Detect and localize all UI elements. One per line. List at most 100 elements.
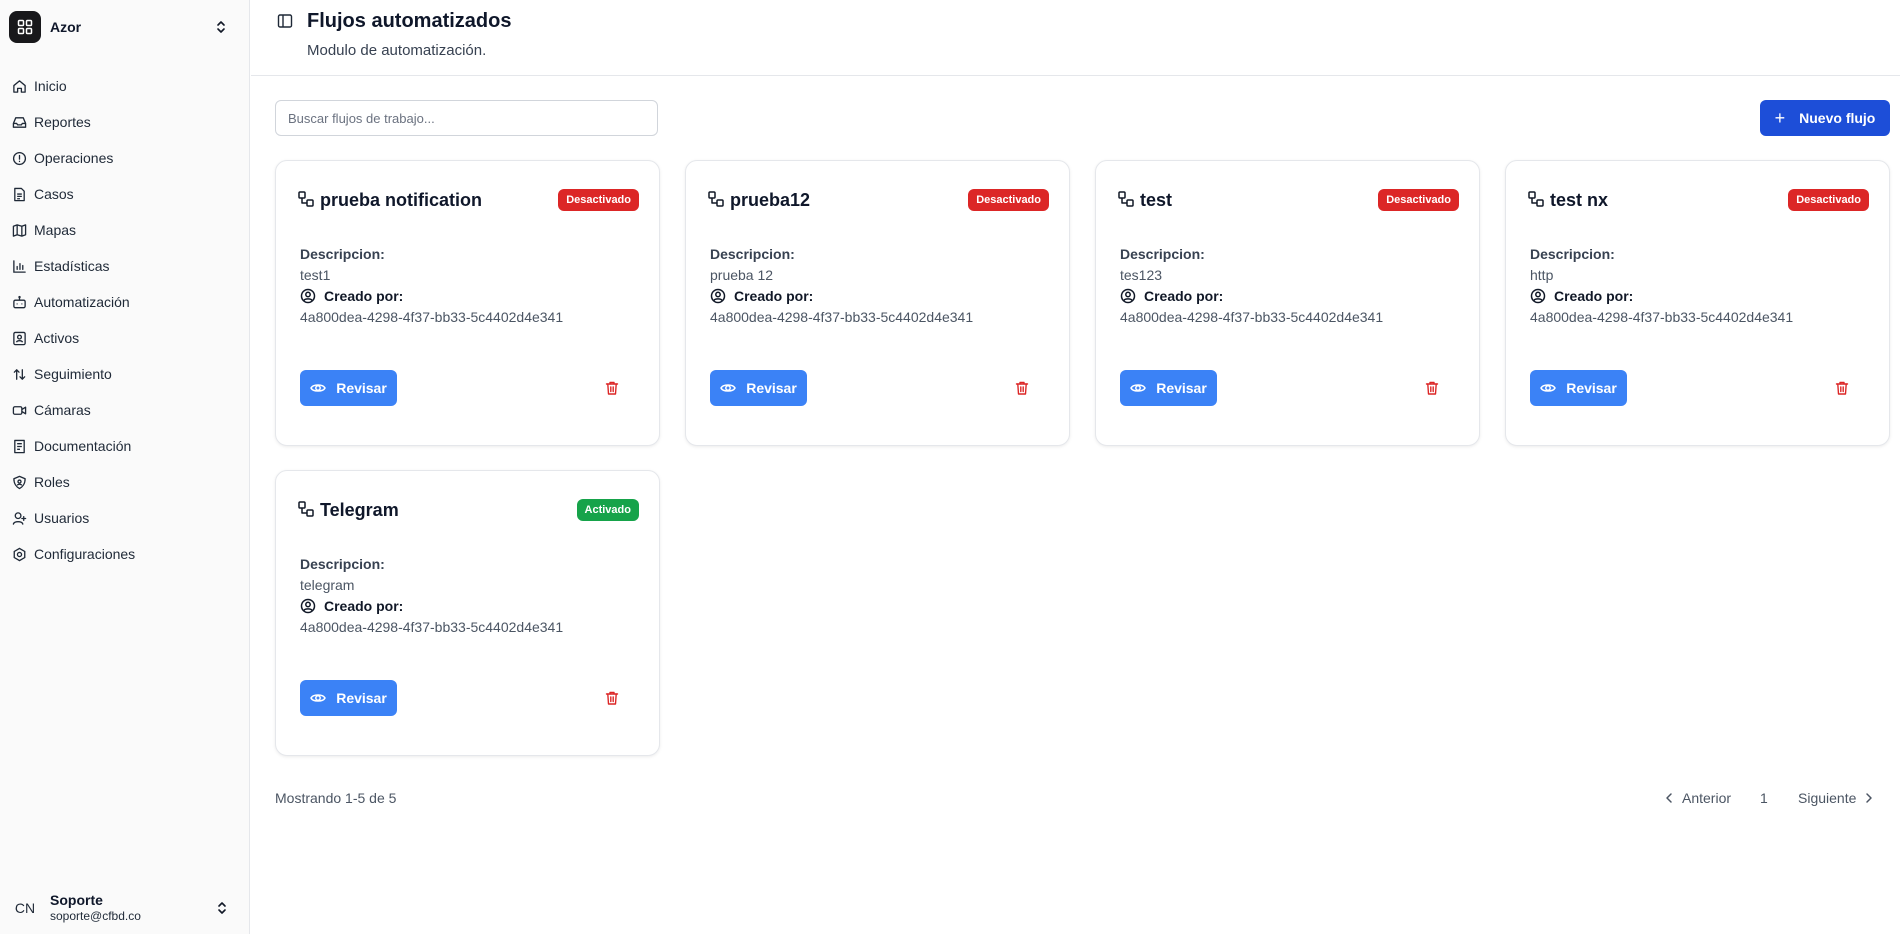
- workflow-name: test: [1140, 190, 1173, 210]
- sidebar: Azor Inicio Reportes Operaciones Casos M…: [0, 0, 250, 934]
- creator-id: 4a800dea-4298-4f37-bb33-5c4402d4e341: [710, 309, 974, 325]
- workflow-name: test nx: [1550, 190, 1609, 210]
- sidebar-item-usuarios[interactable]: Usuarios: [0, 500, 250, 536]
- page-number[interactable]: 1: [1760, 784, 1768, 812]
- bar-chart-icon: [11, 258, 27, 274]
- description-label: Descripcion:: [300, 246, 385, 262]
- chevron-right-icon: [1866, 793, 1873, 803]
- status-badge: Desactivado: [1378, 189, 1459, 211]
- workflow-icon: [1118, 191, 1134, 207]
- map-icon: [11, 222, 27, 238]
- sidebar-item-mapas[interactable]: Mapas: [0, 212, 250, 248]
- description-label: Descripcion:: [300, 556, 385, 572]
- page-title: Flujos automatizados: [307, 10, 512, 32]
- creator-label: Creado por:: [300, 288, 403, 304]
- workflow-name: prueba notification: [320, 190, 482, 210]
- sidebar-item-label: Automatización: [34, 294, 130, 310]
- settings-icon: [11, 546, 27, 562]
- user-icon: [11, 510, 27, 526]
- sidebar-item-documentacion[interactable]: Documentación: [0, 428, 250, 464]
- workflow-name: Telegram: [320, 500, 399, 520]
- creator-id: 4a800dea-4298-4f37-bb33-5c4402d4e341: [300, 309, 564, 325]
- sidebar-item-label: Casos: [34, 186, 74, 202]
- review-button[interactable]: Revisar: [1530, 370, 1627, 406]
- page-header: Flujos automatizados Modulo de automatiz…: [251, 0, 1900, 76]
- creator-label: Creado por:: [300, 598, 403, 614]
- sidebar-item-inicio[interactable]: Inicio: [0, 68, 250, 104]
- app-logo-icon: [9, 11, 41, 43]
- arrow-up-down-icon: [11, 366, 27, 382]
- workflow-icon: [708, 191, 724, 207]
- sidebar-item-label: Cámaras: [34, 402, 91, 418]
- sidebar-item-label: Documentación: [34, 438, 132, 454]
- workflow-card: test nx Desactivado Descripcion: http Cr…: [1505, 160, 1890, 446]
- sidebar-item-seguimiento[interactable]: Seguimiento: [0, 356, 250, 392]
- app-name: Azor: [50, 19, 82, 35]
- eye-icon: [1540, 380, 1557, 396]
- sidebar-item-label: Activos: [34, 330, 80, 346]
- sidebar-item-camaras[interactable]: Cámaras: [0, 392, 250, 428]
- trash-icon[interactable]: [1014, 380, 1030, 396]
- sidebar-item-label: Roles: [34, 474, 70, 490]
- workflow-card: Telegram Activado Descripcion: telegram …: [275, 470, 660, 756]
- description-label: Descripcion:: [710, 246, 795, 262]
- description-value: http: [1530, 267, 1554, 283]
- prev-page-button[interactable]: Anterior: [1662, 784, 1731, 812]
- sidebar-nav: Inicio Reportes Operaciones Casos Mapas …: [0, 68, 250, 572]
- sidebar-item-configuraciones[interactable]: Configuraciones: [0, 536, 250, 572]
- sidebar-item-label: Usuarios: [34, 510, 90, 526]
- workflow-card: prueba12 Desactivado Descripcion: prueba…: [685, 160, 1070, 446]
- status-badge: Desactivado: [558, 189, 639, 211]
- review-button[interactable]: Revisar: [300, 680, 397, 716]
- workflow-name: prueba12: [730, 190, 811, 210]
- review-button[interactable]: Revisar: [300, 370, 397, 406]
- user-menu[interactable]: CN Soporte soporte@cfbd.co: [10, 890, 242, 926]
- description-value: tes123: [1120, 267, 1163, 283]
- workspace-switcher[interactable]: Azor: [9, 10, 241, 44]
- bot-icon: [11, 294, 27, 310]
- creator-id: 4a800dea-4298-4f37-bb33-5c4402d4e341: [1120, 309, 1384, 325]
- user-name: Soporte: [50, 892, 103, 908]
- sidebar-item-estadisticas[interactable]: Estadísticas: [0, 248, 250, 284]
- description-value: telegram: [300, 577, 355, 593]
- contact-icon: [11, 330, 27, 346]
- sidebar-item-casos[interactable]: Casos: [0, 176, 250, 212]
- sidebar-item-operaciones[interactable]: Operaciones: [0, 140, 250, 176]
- eye-icon: [310, 380, 327, 396]
- trash-icon[interactable]: [604, 380, 620, 396]
- chevrons-up-down-icon: [215, 19, 227, 40]
- sidebar-item-label: Estadísticas: [34, 258, 110, 274]
- page-subtitle: Modulo de automatización.: [307, 42, 487, 59]
- sidebar-item-activos[interactable]: Activos: [0, 320, 250, 356]
- search-input[interactable]: [275, 100, 658, 136]
- sidebar-item-label: Configuraciones: [34, 546, 136, 562]
- sidebar-item-label: Operaciones: [34, 150, 114, 166]
- user-circle-icon: [710, 288, 726, 304]
- chevrons-up-down-icon: [216, 900, 228, 921]
- creator-label: Creado por:: [710, 288, 813, 304]
- sidebar-toggle-icon[interactable]: [277, 13, 295, 31]
- status-badge: Desactivado: [1788, 189, 1869, 211]
- trash-icon[interactable]: [604, 690, 620, 706]
- trash-icon[interactable]: [1424, 380, 1440, 396]
- user-circle-icon: [300, 598, 316, 614]
- sidebar-item-automatizacion[interactable]: Automatización: [0, 284, 250, 320]
- eye-icon: [720, 380, 737, 396]
- review-button[interactable]: Revisar: [710, 370, 807, 406]
- video-icon: [11, 402, 27, 418]
- next-page-button[interactable]: Siguiente: [1798, 784, 1876, 812]
- shield-icon: [11, 474, 27, 490]
- workflow-card: prueba notification Desactivado Descripc…: [275, 160, 660, 446]
- book-icon: [11, 438, 27, 454]
- creator-id: 4a800dea-4298-4f37-bb33-5c4402d4e341: [1530, 309, 1794, 325]
- sidebar-item-reportes[interactable]: Reportes: [0, 104, 250, 140]
- trash-icon[interactable]: [1834, 380, 1850, 396]
- review-button[interactable]: Revisar: [1120, 370, 1217, 406]
- new-flow-button[interactable]: + Nuevo flujo: [1760, 100, 1890, 136]
- description-value: prueba 12: [710, 267, 774, 283]
- user-circle-icon: [1120, 288, 1136, 304]
- status-badge: Activado: [576, 499, 639, 521]
- sidebar-item-roles[interactable]: Roles: [0, 464, 250, 500]
- workflow-icon: [298, 501, 314, 517]
- user-email: soporte@cfbd.co: [50, 909, 141, 923]
